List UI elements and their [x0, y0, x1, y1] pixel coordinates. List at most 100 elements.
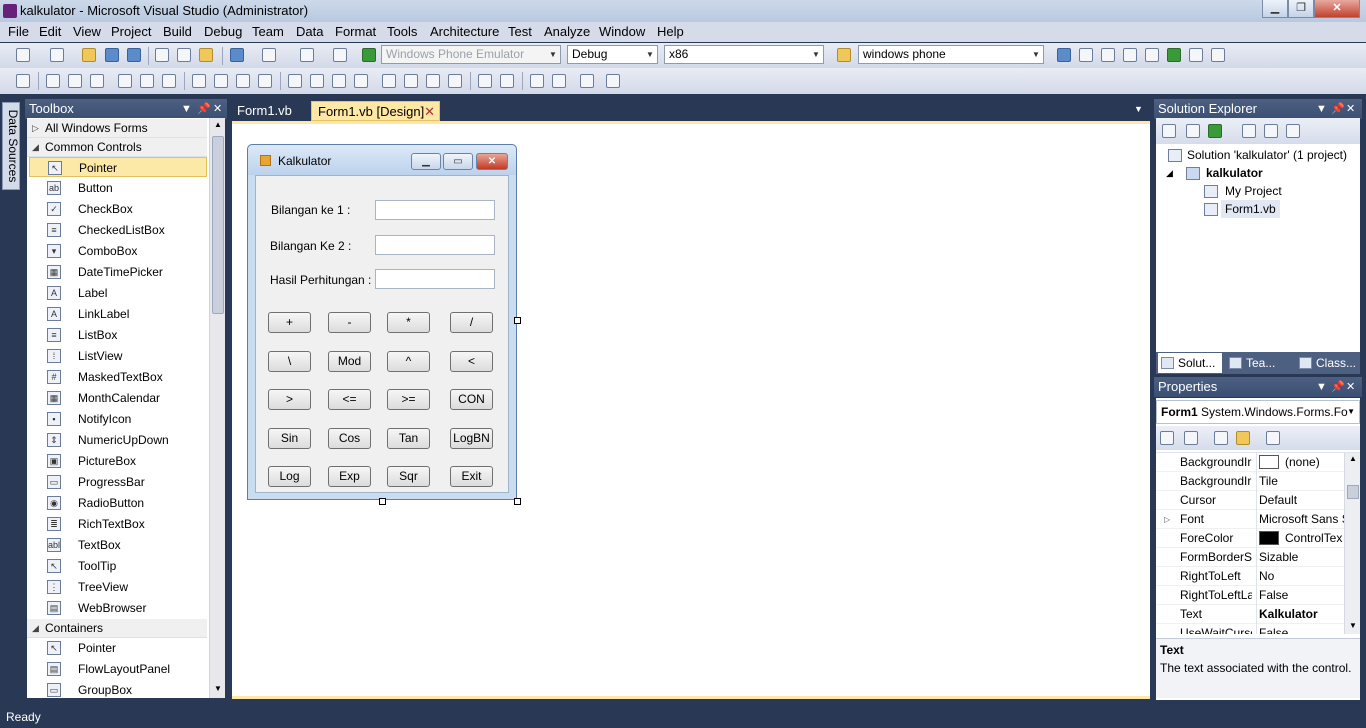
make-same-height-icon[interactable] — [236, 74, 250, 88]
resize-handle-corner[interactable] — [514, 498, 521, 505]
scroll-down-icon[interactable]: ▼ — [1349, 621, 1357, 630]
property-row[interactable]: FormBorderSt Sizable — [1156, 548, 1344, 567]
tab-team-explorer[interactable]: Tea... — [1226, 353, 1292, 373]
close-panel-icon[interactable]: ✕ — [1346, 377, 1355, 397]
menu-data[interactable]: Data — [296, 24, 323, 39]
toolbox-item-picturebox[interactable]: ▣ PictureBox — [29, 451, 207, 471]
toolbox-item-pointer[interactable]: ↖ Pointer — [29, 157, 207, 177]
cut-icon[interactable] — [155, 48, 169, 62]
center-vertically-icon[interactable] — [500, 74, 514, 88]
add-item-icon[interactable] — [50, 48, 64, 62]
toolbox-item-datetimepicker[interactable]: ▦ DateTimePicker — [29, 262, 207, 282]
navigate-backward-icon[interactable] — [300, 48, 314, 62]
property-row[interactable]: BackgroundIr (none) — [1156, 453, 1344, 472]
toolbox-item-webbrowser[interactable]: ▤ WebBrowser — [29, 598, 207, 618]
increase-vertical-spacing-icon[interactable] — [404, 74, 418, 88]
tab-list-dropdown-icon[interactable]: ▼ — [1134, 104, 1143, 114]
menu-help[interactable]: Help — [657, 24, 684, 39]
align-rights-icon[interactable] — [90, 74, 104, 88]
paste-icon[interactable] — [199, 48, 213, 62]
scroll-thumb[interactable] — [212, 136, 224, 314]
tab-solution-explorer[interactable]: Solut... — [1158, 353, 1222, 373]
new-project-icon[interactable] — [16, 48, 30, 62]
calc-button-2-1[interactable]: <= — [328, 389, 371, 410]
close-tab-icon[interactable]: ✕ — [424, 102, 435, 122]
property-row[interactable]: ▷ Font Microsoft Sans S — [1156, 510, 1344, 529]
property-value-cell[interactable]: (none) — [1256, 453, 1344, 472]
auto-hide-pin-icon[interactable]: 📌 — [1331, 377, 1345, 397]
scroll-up-icon[interactable]: ▲ — [214, 120, 222, 129]
scroll-up-icon[interactable]: ▲ — [1349, 454, 1357, 463]
property-row[interactable]: ForeColor ControlTex — [1156, 529, 1344, 548]
calc-button-1-3[interactable]: < — [450, 350, 493, 372]
toolbox-item-checkedlistbox[interactable]: ≡ CheckedListBox — [29, 220, 207, 240]
toolbox-item-treeview[interactable]: ⋮ TreeView — [29, 577, 207, 597]
show-all-files-icon[interactable] — [1186, 124, 1200, 138]
toolbox-category-common-controls[interactable]: ◢ Common Controls — [27, 138, 207, 157]
label-bilangan-1[interactable]: Bilangan ke 1 : — [271, 203, 350, 217]
toolbox-item-numericupdown[interactable]: ⇕ NumericUpDown — [29, 430, 207, 450]
command-window-icon[interactable] — [1211, 48, 1225, 62]
data-sources-tab[interactable]: Data Sources — [2, 102, 20, 190]
object-selector[interactable]: Form1 System.Windows.Forms.Fo ▼ — [1156, 400, 1360, 424]
property-value-cell[interactable]: Kalkulator — [1256, 605, 1344, 624]
maximize-button[interactable]: ❐ — [1288, 0, 1314, 18]
toolbox-item-label[interactable]: A Label — [29, 283, 207, 303]
toolbox-item-flowlayoutpanel[interactable]: ▤ FlowLayoutPanel — [29, 659, 207, 679]
calc-button-4-1[interactable]: Exp — [328, 466, 371, 487]
redo-icon[interactable] — [262, 48, 276, 62]
start-page-icon[interactable] — [1167, 48, 1181, 62]
property-row[interactable]: Cursor Default — [1156, 491, 1344, 510]
property-row[interactable]: Text Kalkulator — [1156, 605, 1344, 624]
calc-button-2-0[interactable]: > — [268, 389, 311, 410]
label-hasil-perhitungan[interactable]: Hasil Perhitungan : — [270, 273, 371, 287]
property-row[interactable]: BackgroundIr Tile — [1156, 472, 1344, 491]
properties-view-icon[interactable] — [1214, 431, 1228, 445]
close-button[interactable]: ✕ — [1314, 0, 1360, 18]
minimize-button[interactable]: ▁ — [1262, 0, 1288, 18]
align-lefts-icon[interactable] — [46, 74, 60, 88]
label-bilangan-2[interactable]: Bilangan Ke 2 : — [270, 239, 351, 253]
collapse-triangle-icon[interactable]: ◢ — [1166, 168, 1173, 179]
view-class-diagram-icon[interactable] — [1286, 124, 1300, 138]
menu-build[interactable]: Build — [163, 24, 192, 39]
find-in-files-icon[interactable] — [837, 48, 851, 62]
platform-select[interactable]: x86 ▼ — [664, 45, 824, 64]
solution-explorer-icon[interactable] — [1057, 48, 1071, 62]
window-position-icon[interactable]: ▼ — [181, 99, 192, 119]
menu-file[interactable]: File — [8, 24, 29, 39]
align-to-grid-icon[interactable] — [16, 74, 30, 88]
calc-button-4-3[interactable]: Exit — [450, 466, 493, 487]
open-file-icon[interactable] — [82, 48, 96, 62]
calc-button-3-2[interactable]: Tan — [387, 427, 430, 449]
property-grid-scrollbar[interactable]: ▲ ▼ — [1344, 453, 1360, 634]
menu-window[interactable]: Window — [599, 24, 645, 39]
calc-button-1-1[interactable]: Mod — [328, 350, 371, 372]
tab-form1-design[interactable]: Form1.vb [Design] ✕ — [311, 101, 440, 121]
tree-my-project[interactable]: My Project — [1225, 182, 1282, 200]
property-value-cell[interactable]: ControlTex — [1256, 529, 1344, 548]
view-designer-icon[interactable] — [1264, 124, 1278, 138]
menu-project[interactable]: Project — [111, 24, 151, 39]
toolbox-item-checkbox[interactable]: ✓ CheckBox — [29, 199, 207, 219]
menu-edit[interactable]: Edit — [39, 24, 61, 39]
property-value-cell[interactable]: False — [1256, 586, 1344, 605]
toolbox-item-pointer[interactable]: ↖ Pointer — [29, 638, 207, 658]
bring-to-front-icon[interactable] — [530, 74, 544, 88]
toolbox-item-radiobutton[interactable]: ◉ RadioButton — [29, 493, 207, 513]
menu-architecture[interactable]: Architecture — [430, 24, 499, 39]
send-to-back-icon[interactable] — [552, 74, 566, 88]
tab-order-icon[interactable] — [580, 74, 594, 88]
resize-handle-bottom[interactable] — [379, 498, 386, 505]
resize-handle-right[interactable] — [514, 317, 521, 324]
property-row[interactable]: UseWaitCursc False — [1156, 624, 1344, 634]
center-horizontally-icon[interactable] — [478, 74, 492, 88]
toolbox-scrollbar[interactable]: ▲ ▼ — [209, 118, 225, 698]
toolbox-item-tooltip[interactable]: ↖ ToolTip — [29, 556, 207, 576]
save-all-icon[interactable] — [127, 48, 141, 62]
toolbox-item-richtextbox[interactable]: ≣ RichTextBox — [29, 514, 207, 534]
events-lightning-icon[interactable] — [1236, 431, 1250, 445]
align-bottoms-icon[interactable] — [162, 74, 176, 88]
tree-project-kalkulator[interactable]: kalkulator — [1206, 164, 1263, 182]
align-tops-icon[interactable] — [118, 74, 132, 88]
